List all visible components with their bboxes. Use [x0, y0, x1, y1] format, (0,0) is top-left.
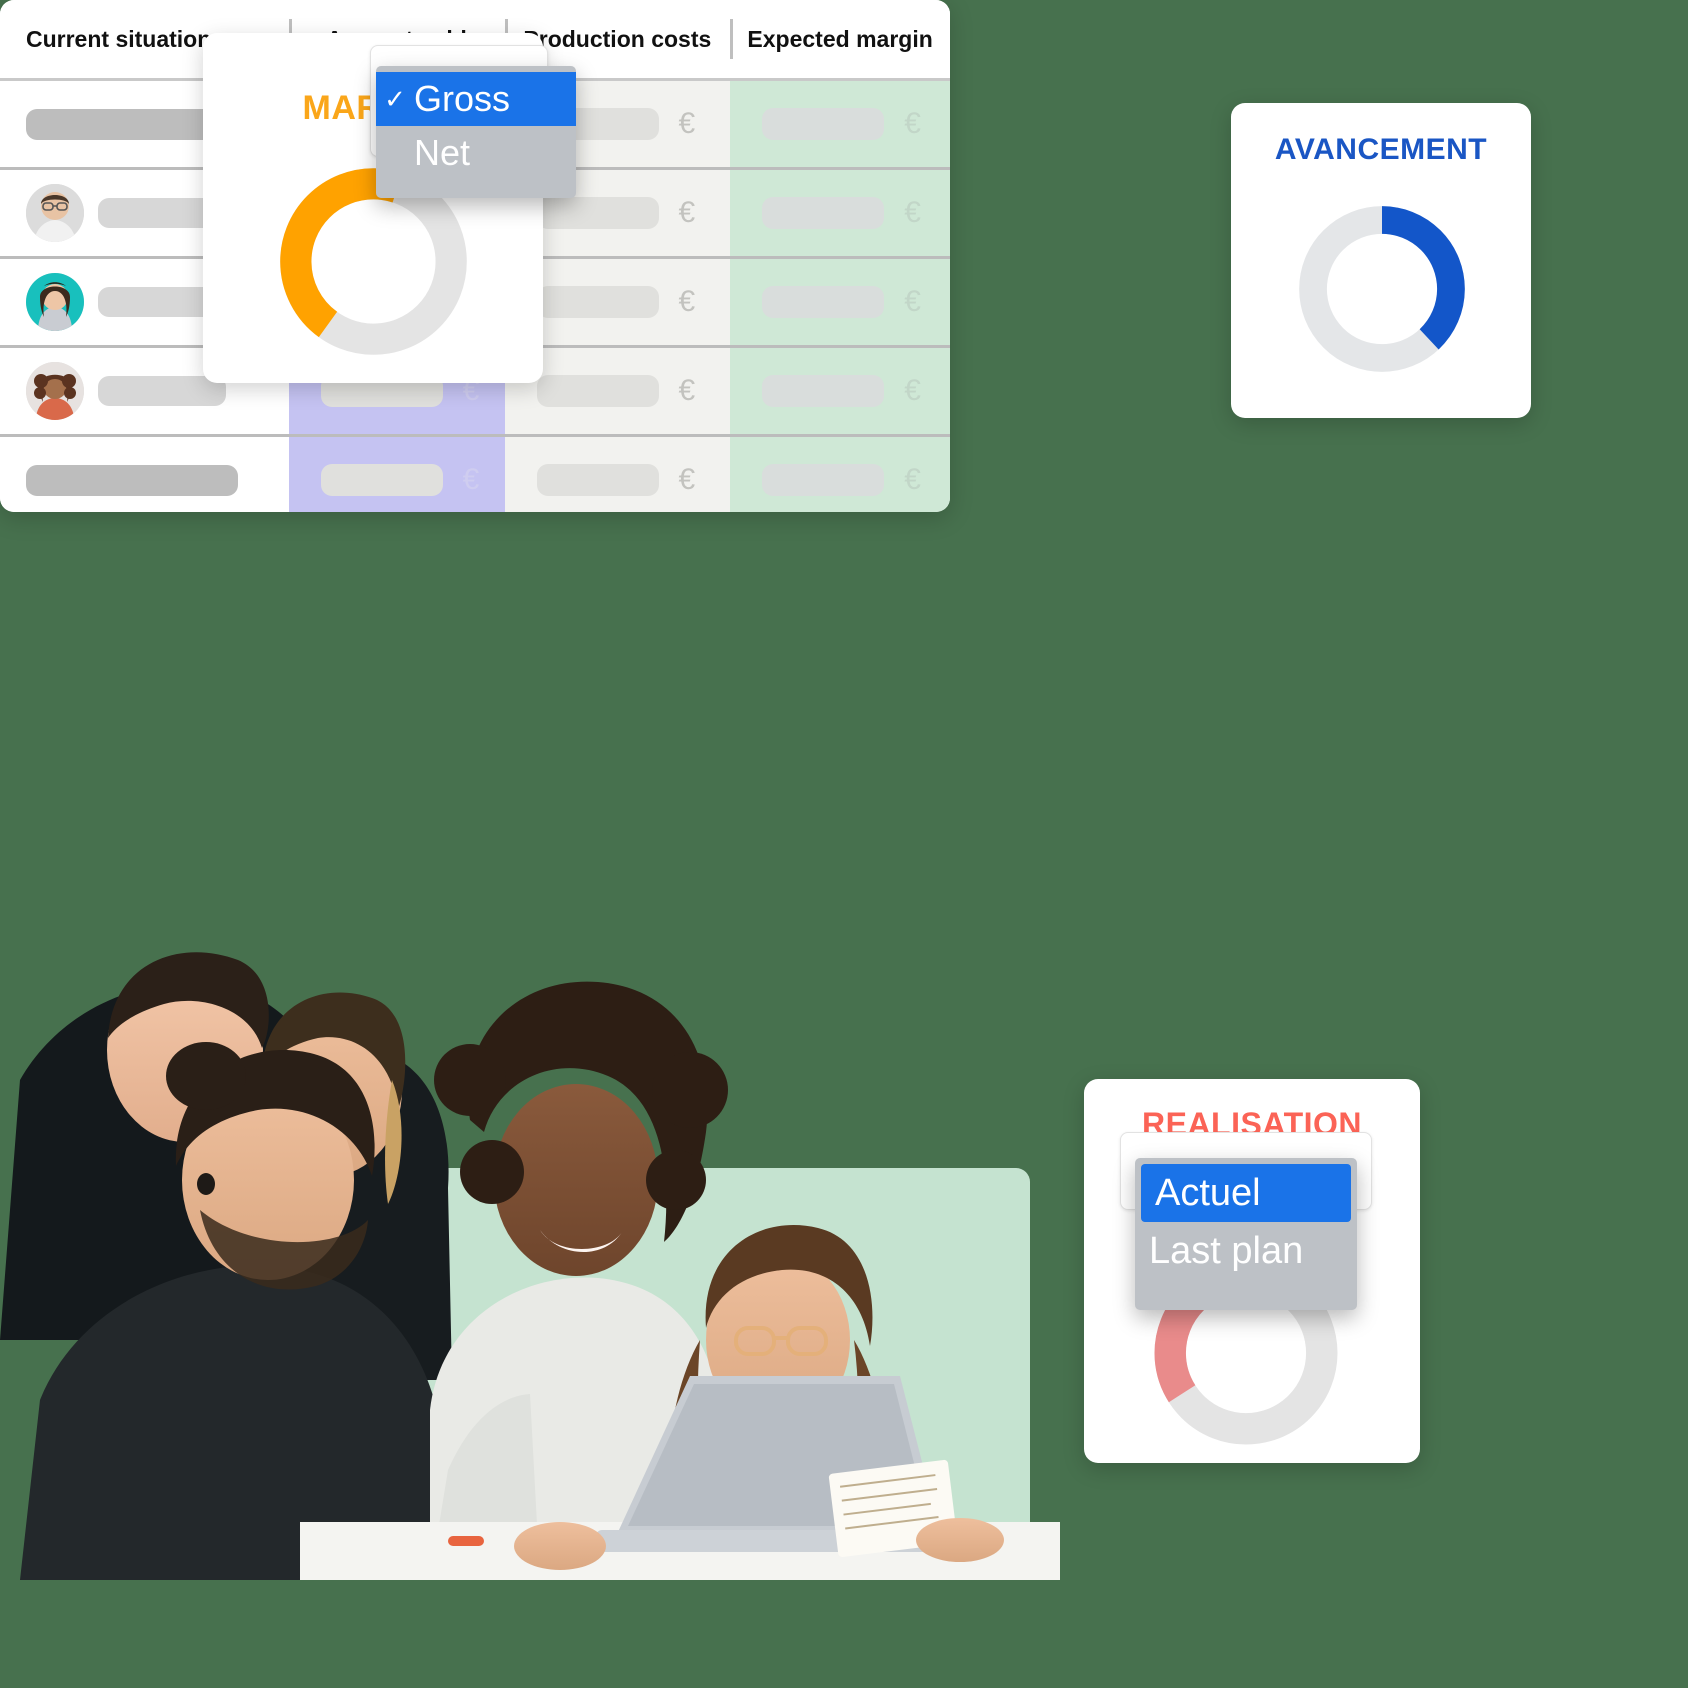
currency-symbol: € [678, 285, 696, 318]
cell-amount-sold: € [288, 437, 505, 512]
dropdown-option-net[interactable]: Net [376, 126, 576, 180]
value-placeholder [536, 464, 659, 496]
cell-expected-margin: € [730, 348, 950, 434]
avancement-donut-chart [1291, 198, 1473, 380]
cell-expected-margin: € [730, 170, 950, 256]
currency-symbol: € [904, 285, 921, 318]
team-photo [0, 780, 1060, 1580]
avatar [26, 273, 84, 331]
avatar [26, 184, 84, 242]
cell-expected-margin: € [730, 81, 950, 167]
value-placeholder [26, 464, 238, 496]
currency-symbol: € [678, 196, 696, 229]
check-icon: ✓ [384, 84, 406, 114]
dropdown-option-label: Actuel [1155, 1171, 1261, 1214]
table-row[interactable]: € € € [0, 437, 950, 512]
value-placeholder [536, 197, 659, 229]
currency-symbol: € [904, 463, 921, 496]
dropdown-option-label: Last plan [1149, 1229, 1304, 1272]
currency-symbol: € [678, 374, 696, 407]
value-placeholder [536, 286, 659, 318]
value-placeholder [320, 464, 443, 496]
dropdown-option-actuel[interactable]: Actuel [1141, 1164, 1351, 1222]
cell-expected-margin: € [730, 437, 950, 512]
currency-symbol: € [678, 107, 696, 140]
value-placeholder [536, 375, 659, 407]
value-placeholder [762, 375, 885, 407]
cell-current-situation [0, 437, 289, 512]
value-placeholder [762, 286, 885, 318]
value-placeholder [762, 108, 885, 140]
margin-dropdown-menu[interactable]: ✓ Gross Net [376, 66, 576, 198]
dropdown-option-label: Gross [414, 78, 511, 119]
dropdown-option-label: Net [414, 132, 471, 173]
stage: Current situation Amount sold Production… [0, 0, 1688, 1688]
cell-production-costs: € [504, 437, 731, 512]
currency-symbol: € [904, 196, 921, 229]
value-placeholder [762, 197, 885, 229]
realisation-dropdown-menu[interactable]: Actuel Last plan [1135, 1158, 1357, 1310]
currency-symbol: € [678, 463, 696, 496]
avancement-card-title: AVANCEMENT [1274, 133, 1488, 166]
dropdown-option-gross[interactable]: ✓ Gross [376, 72, 576, 126]
column-header-label: Production costs [523, 25, 712, 52]
value-placeholder [762, 464, 885, 496]
currency-symbol: € [904, 107, 921, 140]
currency-symbol: € [904, 374, 921, 407]
column-header-label: Current situation [26, 25, 212, 52]
name-placeholder [98, 376, 226, 406]
currency-symbol: € [462, 463, 480, 496]
dropdown-option-last-plan[interactable]: Last plan [1135, 1222, 1357, 1280]
cell-expected-margin: € [730, 259, 950, 345]
avancement-card: AVANCEMENT [1231, 103, 1531, 418]
header-divider [730, 19, 734, 59]
column-header-expected-margin[interactable]: Expected margin [730, 19, 950, 59]
avatar [26, 362, 84, 420]
column-header-label: Expected margin [747, 25, 933, 52]
